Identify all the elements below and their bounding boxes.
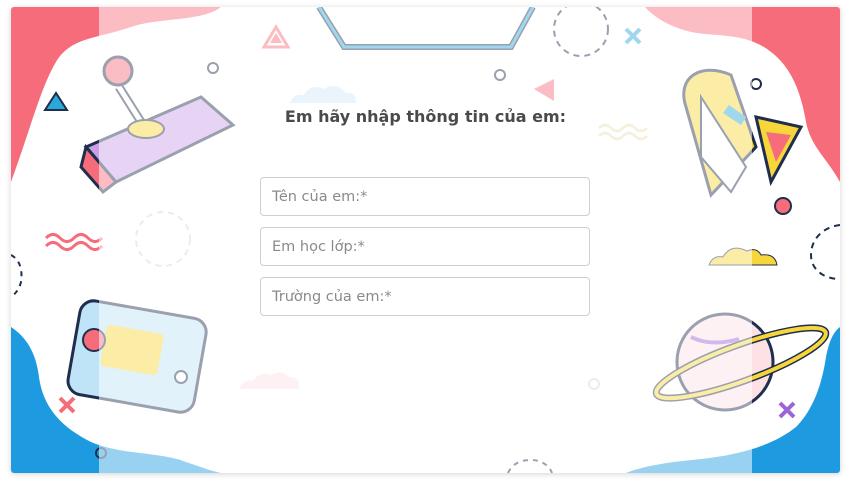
school-input[interactable] bbox=[260, 277, 590, 316]
name-input[interactable] bbox=[260, 177, 590, 216]
student-info-form: Em hãy nhập thông tin của em: bbox=[11, 7, 840, 473]
class-input[interactable] bbox=[260, 227, 590, 266]
form-title: Em hãy nhập thông tin của em: bbox=[284, 107, 567, 126]
login-card: Em hãy nhập thông tin của em: bbox=[11, 7, 840, 473]
